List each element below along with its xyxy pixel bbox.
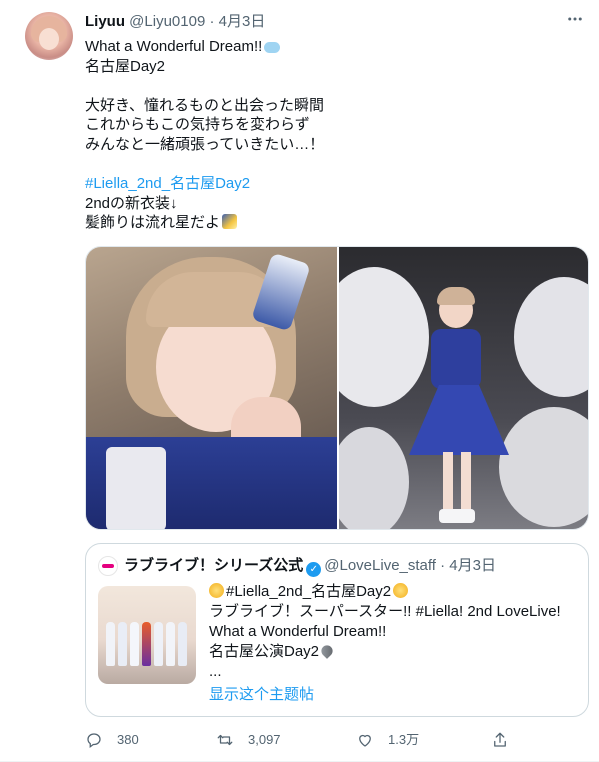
tweet-line-5: みんなと一緒頑張っていきたい…！ [85, 135, 325, 153]
microphone-emoji-icon [319, 643, 335, 659]
quoted-date: 4月3日 [449, 557, 496, 574]
tweet-header: Liyuu @Liyu0109 · 4月3日 [85, 12, 265, 32]
quoted-hashtag-2: #Liella [415, 603, 459, 620]
quoted-author-handle: @LoveLive_staff [324, 557, 436, 574]
tweet-actions: 380 3,097 1.3万 [85, 728, 575, 752]
more-icon[interactable] [565, 10, 585, 30]
like-button[interactable]: 1.3万 [356, 728, 419, 752]
tweet-line-3: 大好き、憧れるものと出会った瞬間 [85, 96, 324, 114]
photo-closeup[interactable] [86, 247, 337, 529]
tweet-line-1: What a Wonderful Dream!! [85, 38, 263, 55]
tweet-text: What a Wonderful Dream!! 名古屋Day2 大好き、憧れる… [85, 37, 575, 233]
retweet-count: 3,097 [248, 732, 281, 747]
media-grid [85, 246, 589, 530]
quoted-hashtag-1: #Liella_2nd_名古屋Day2 [226, 583, 392, 600]
cloud-emoji-icon [264, 41, 281, 53]
tweet-line-4: これからもこの気持ちを変わらず [85, 116, 310, 134]
quoted-separator: · [440, 557, 446, 574]
tweet-line-2: 名古屋Day2 [85, 57, 166, 75]
shooting-star-emoji-icon [222, 214, 238, 230]
retweet-button[interactable]: 3,097 [216, 728, 281, 752]
quoted-text: #Liella_2nd_名古屋Day2 ラブライブ！スーパースター!! #Lie… [209, 582, 579, 682]
quoted-author-avatar [98, 556, 118, 576]
tweet-line-6: 2ndの新衣装↓ [85, 194, 178, 212]
quoted-thumbnail [98, 586, 196, 684]
share-icon [494, 732, 506, 747]
header-separator: · [209, 13, 215, 30]
reply-icon [87, 733, 101, 749]
retweet-icon [217, 734, 233, 746]
quoted-tweet[interactable]: ラブライブ！シリーズ公式 ✓ @LoveLive_staff · 4月3日 #Lie… [85, 543, 589, 717]
quoted-line-3: What a Wonderful Dream!! [209, 623, 387, 640]
show-thread-link[interactable]: 显示这个主题帖 [209, 685, 314, 705]
quoted-author-name: ラブライブ！シリーズ公式 [124, 557, 304, 574]
quoted-header: ラブライブ！シリーズ公式 ✓ @LoveLive_staff · 4月3日 [124, 556, 496, 577]
hashtag-link[interactable]: #Liella_2nd_名古屋Day2 [85, 175, 250, 192]
photo-fullbody[interactable] [339, 247, 588, 529]
tweet-line-7: 髪飾りは流れ星だよ [85, 214, 221, 232]
like-count: 1.3万 [388, 732, 420, 747]
like-icon [359, 734, 371, 747]
dizzy-emoji-icon-2 [393, 583, 409, 598]
quoted-line-2b: ! 2nd LoveLive! [458, 603, 561, 620]
dizzy-emoji-icon [209, 583, 224, 598]
author-handle[interactable]: @Liyu0109 [129, 13, 205, 30]
quoted-ellipsis: ... [209, 663, 222, 680]
author-name[interactable]: Liyuu [85, 13, 125, 30]
tweet-date[interactable]: 4月3日 [219, 13, 266, 30]
quoted-line-4: 名古屋公演Day2 [209, 643, 320, 660]
reply-button[interactable]: 380 [85, 728, 139, 752]
share-button[interactable] [491, 728, 523, 752]
quoted-line-2a: ラブライブ！スーパースター!! [209, 603, 416, 620]
verified-icon: ✓ [306, 562, 322, 577]
author-avatar[interactable] [25, 12, 73, 60]
tweet[interactable]: Liyuu @Liyu0109 · 4月3日 What a Wonderful … [0, 0, 599, 762]
reply-count: 380 [117, 732, 139, 747]
